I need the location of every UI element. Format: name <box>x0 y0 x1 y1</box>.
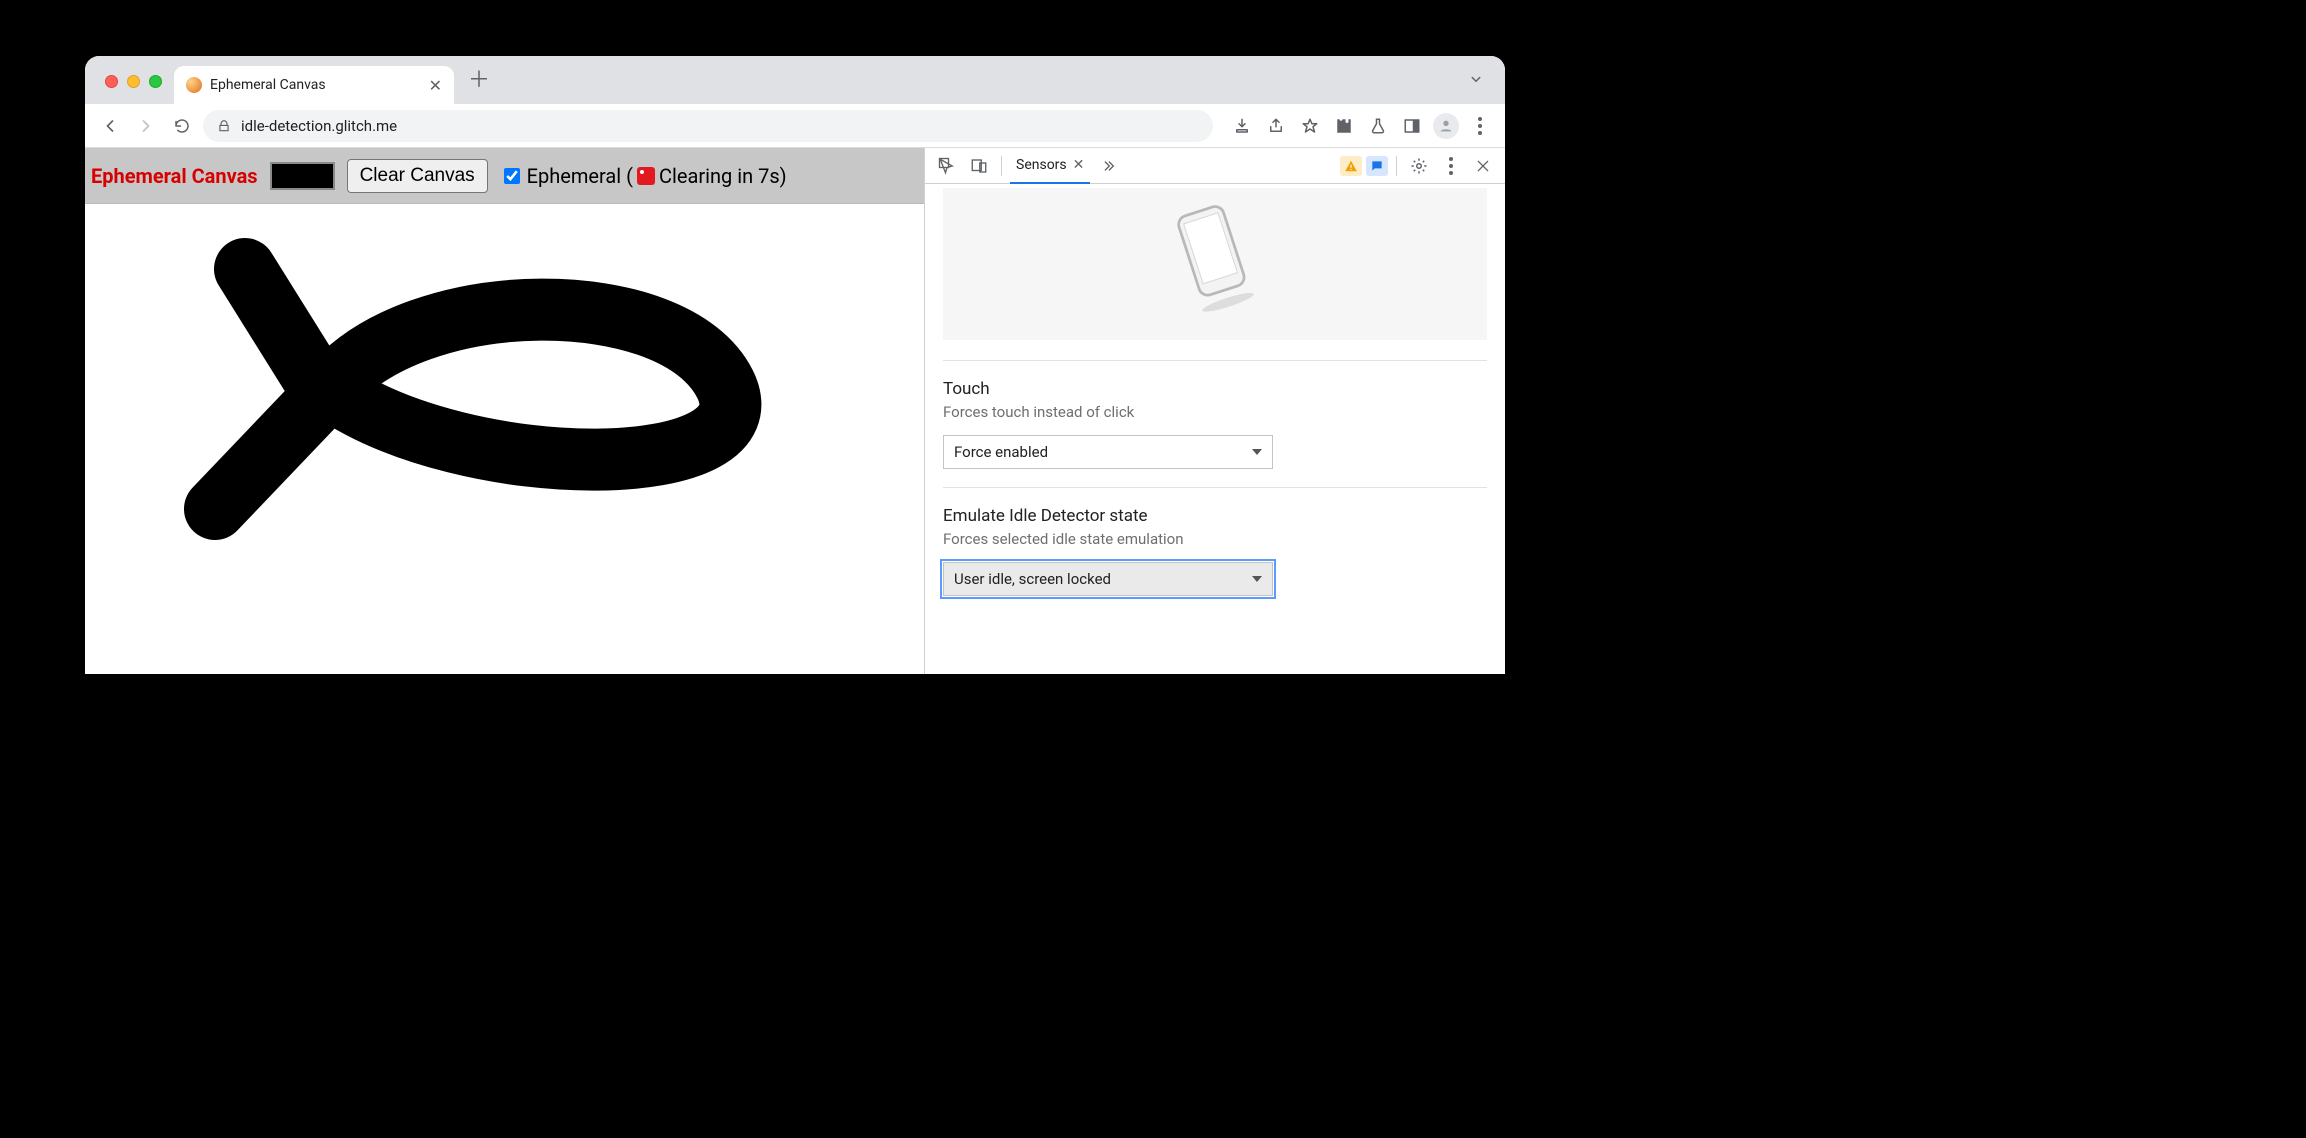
close-window-button[interactable] <box>105 75 118 88</box>
bookmark-star-icon[interactable] <box>1295 111 1325 141</box>
devtools-menu-icon[interactable] <box>1437 152 1465 180</box>
tab-title: Ephemeral Canvas <box>210 77 326 93</box>
install-app-icon[interactable] <box>1227 111 1257 141</box>
chevron-down-icon <box>1252 576 1262 582</box>
touch-title: Touch <box>943 379 1487 399</box>
extensions-puzzle-icon[interactable] <box>1329 111 1359 141</box>
profile-avatar[interactable] <box>1431 111 1461 141</box>
devtools-body[interactable]: Touch Forces touch instead of click Forc… <box>925 184 1505 674</box>
devtools-tabbar: Sensors ✕ <box>925 148 1505 184</box>
devtools-panel: Sensors ✕ <box>924 148 1505 674</box>
devtools-tab-sensors[interactable]: Sensors ✕ <box>1010 148 1090 184</box>
lock-icon <box>217 119 231 133</box>
devtools-tab-label: Sensors <box>1016 157 1067 173</box>
browser-toolbar: idle-detection.glitch.me <box>85 104 1505 148</box>
close-tab-button[interactable]: ✕ <box>429 76 442 95</box>
drawing-canvas[interactable] <box>85 204 924 674</box>
issues-warning-badge[interactable] <box>1340 156 1362 176</box>
clear-canvas-button[interactable]: Clear Canvas <box>347 159 488 193</box>
app-toolbar: Ephemeral Canvas Clear Canvas Ephemeral … <box>85 148 924 204</box>
sidepanel-icon[interactable] <box>1397 111 1427 141</box>
chevron-down-icon <box>1252 449 1262 455</box>
maximize-window-button[interactable] <box>149 75 162 88</box>
idle-state-value: User idle, screen locked <box>954 570 1111 588</box>
address-bar[interactable]: idle-detection.glitch.me <box>203 110 1213 142</box>
ephemeral-checkbox[interactable] <box>504 168 520 184</box>
ephemeral-label-prefix: Ephemeral ( <box>527 164 633 188</box>
forward-button[interactable] <box>131 111 161 141</box>
webpage: Ephemeral Canvas Clear Canvas Ephemeral … <box>85 148 924 674</box>
orientation-preview <box>943 188 1487 340</box>
devtools-close-icon[interactable] <box>1469 152 1497 180</box>
url-text: idle-detection.glitch.me <box>241 117 397 135</box>
content-area: Ephemeral Canvas Clear Canvas Ephemeral … <box>85 148 1505 674</box>
whats-new-badge[interactable] <box>1366 156 1388 176</box>
inspect-element-icon[interactable] <box>933 152 961 180</box>
touch-subtitle: Forces touch instead of click <box>943 403 1487 421</box>
idle-subtitle: Forces selected idle state emulation <box>943 530 1487 548</box>
ephemeral-label-suffix: Clearing in 7s) <box>659 164 787 188</box>
touch-section: Touch Forces touch instead of click Forc… <box>943 360 1487 487</box>
back-button[interactable] <box>95 111 125 141</box>
window-controls <box>105 75 162 88</box>
device-toolbar-icon[interactable] <box>965 152 993 180</box>
browser-toolbar-actions <box>1227 111 1495 141</box>
reload-button[interactable] <box>167 111 197 141</box>
share-icon[interactable] <box>1261 111 1291 141</box>
idle-section: Emulate Idle Detector state Forces selec… <box>943 487 1487 614</box>
touch-select[interactable]: Force enabled <box>943 435 1273 469</box>
devtools-more-tabs-icon[interactable] <box>1094 152 1122 180</box>
browser-tab[interactable]: Ephemeral Canvas ✕ <box>174 66 454 104</box>
minimize-window-button[interactable] <box>127 75 140 88</box>
devtools-tab-close-icon[interactable]: ✕ <box>1073 157 1085 173</box>
touch-select-value: Force enabled <box>954 443 1048 461</box>
favicon-icon <box>186 77 202 93</box>
app-title: Ephemeral Canvas <box>91 164 258 188</box>
tab-list-chevron-icon[interactable] <box>1467 70 1485 88</box>
brush-color-swatch[interactable] <box>270 162 335 190</box>
devtools-settings-icon[interactable] <box>1405 152 1433 180</box>
browser-tab-strip: Ephemeral Canvas ✕ ＋ <box>85 56 1505 104</box>
labs-beaker-icon[interactable] <box>1363 111 1393 141</box>
chrome-menu-button[interactable] <box>1465 111 1495 141</box>
phone-mockup-icon <box>1170 202 1260 322</box>
idle-title: Emulate Idle Detector state <box>943 506 1487 526</box>
browser-window: Ephemeral Canvas ✕ ＋ idle-detection.glit… <box>85 56 1505 674</box>
idle-state-select[interactable]: User idle, screen locked <box>943 562 1273 596</box>
ephemeral-toggle[interactable]: Ephemeral ( Clearing in 7s) <box>500 164 787 188</box>
new-tab-button[interactable]: ＋ <box>468 62 490 94</box>
siren-icon <box>637 167 655 185</box>
